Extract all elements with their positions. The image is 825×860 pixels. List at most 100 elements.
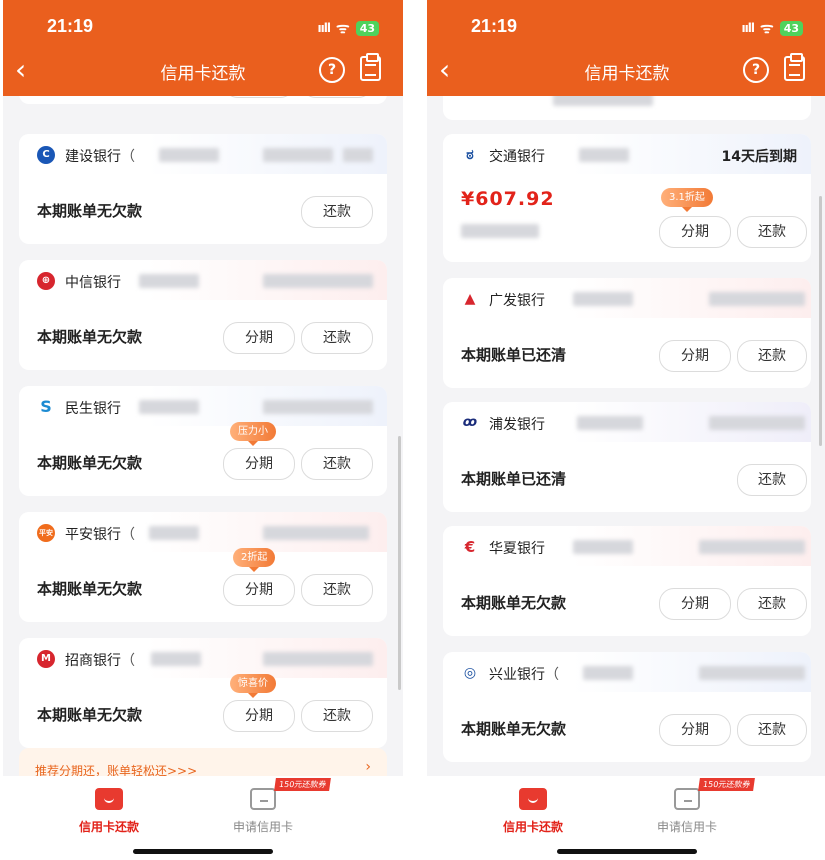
card-bocom[interactable]: ಠ 交通银行 14天后到期 ¥607.92 3.1折起 分期 还款	[443, 134, 811, 262]
pingan-logo-icon: 平安	[37, 524, 55, 542]
bank-name: 浦发银行	[489, 417, 545, 433]
bank-name: 建设银行（	[65, 149, 135, 165]
masked-number	[573, 540, 633, 554]
repay-button[interactable]: 还款	[737, 588, 807, 620]
help-icon[interactable]: ?	[319, 57, 345, 83]
right-screen: 21:19 ııll ᯤ 43 ‹ 信用卡还款 ? ಠ 交通银行 14天后到期	[427, 0, 825, 860]
bank-name: 华夏银行	[489, 541, 545, 557]
card-cib[interactable]: ◎ 兴业银行（ 本期账单无欠款 分期 还款	[443, 652, 811, 762]
app-header: 21:19 ııll ᯤ 43 ‹ 信用卡还款 ?	[3, 0, 403, 96]
masked-number	[709, 292, 805, 306]
repay-button[interactable]: 还款	[301, 700, 373, 732]
battery-icon: 43	[779, 20, 803, 36]
card-spdb[interactable]: ꝏ 浦发银行 本期账单已还清 还款	[443, 402, 811, 512]
partial-button[interactable]	[223, 96, 295, 98]
masked-number	[263, 652, 373, 666]
bill-status: 本期账单无欠款	[37, 706, 143, 724]
partial-button[interactable]	[301, 96, 373, 98]
ccb-logo-icon: C	[37, 146, 55, 164]
installment-button[interactable]: 分期	[223, 700, 295, 732]
wallet-icon	[519, 788, 547, 810]
bill-status: 本期账单无欠款	[37, 580, 143, 598]
wallet-icon	[95, 788, 123, 810]
installment-button[interactable]: 分期	[659, 216, 731, 248]
masked-number	[159, 148, 219, 162]
masked-number	[699, 666, 805, 680]
bill-status: 本期账单已还清	[461, 346, 567, 364]
cmb-logo-icon: M	[37, 650, 55, 668]
tab-bar: 信用卡还款 150元还款券 申请信用卡	[3, 776, 403, 860]
installment-button[interactable]: 分期	[223, 574, 295, 606]
promo-text: 推荐分期还，账单轻松还>>>	[35, 764, 198, 776]
coupon-badge: 150元还款券	[698, 778, 756, 791]
repay-button[interactable]: 还款	[301, 322, 373, 354]
card-list[interactable]: C 建设银行（ 本期账单无欠款 还款 ⊕ 中信银行 本期账单无欠款 分期 还款	[3, 96, 403, 776]
repay-button[interactable]: 还款	[301, 448, 373, 480]
repay-button[interactable]: 还款	[301, 196, 373, 228]
installment-button[interactable]: 分期	[659, 340, 731, 372]
masked-number	[577, 416, 643, 430]
masked-number	[709, 416, 805, 430]
promo-badge: 惊喜价	[230, 674, 276, 698]
left-screen: 21:19 ııll ᯤ 43 ‹ 信用卡还款 ? C 建设银行（ 本期账单无欠…	[3, 0, 403, 860]
bill-status: 本期账单无欠款	[37, 454, 143, 472]
masked-number	[263, 400, 373, 414]
repay-button[interactable]: 还款	[737, 714, 807, 746]
installment-button[interactable]: 分期	[659, 714, 731, 746]
signal-icon: ııll	[741, 21, 755, 35]
masked-number	[343, 148, 373, 162]
masked-number	[263, 148, 333, 162]
bill-status: 本期账单无欠款	[37, 202, 143, 220]
bank-name: 中信银行	[65, 275, 121, 291]
promo-badge: 压力小	[230, 422, 276, 446]
spdb-logo-icon: ꝏ	[461, 414, 479, 432]
bank-name: 兴业银行（	[489, 667, 559, 683]
wifi-icon: ᯤ	[335, 19, 350, 37]
bank-name: 交通银行	[489, 149, 545, 165]
masked-number	[151, 652, 201, 666]
promo-badge: 2折起	[233, 548, 276, 572]
masked-number	[461, 224, 539, 238]
repay-button[interactable]: 还款	[737, 216, 807, 248]
card-cgb[interactable]: ▲ 广发银行 本期账单已还清 分期 还款	[443, 278, 811, 388]
tab-repay[interactable]: 信用卡还款	[473, 784, 593, 835]
installment-button[interactable]: 分期	[223, 448, 295, 480]
scrollbar[interactable]	[819, 196, 822, 446]
signal-icon: ııll	[317, 21, 331, 35]
card-hxb[interactable]: € 华夏银行 本期账单无欠款 分期 还款	[443, 526, 811, 636]
cmbc-logo-icon: S	[37, 398, 55, 416]
status-time: 21:19	[47, 16, 94, 36]
scrollbar[interactable]	[398, 436, 401, 690]
card-ccb[interactable]: C 建设银行（ 本期账单无欠款 还款	[19, 134, 387, 244]
masked-number	[583, 666, 633, 680]
installment-button[interactable]: 分期	[223, 322, 295, 354]
repay-button[interactable]: 还款	[737, 340, 807, 372]
tab-repay[interactable]: 信用卡还款	[49, 784, 169, 835]
bocom-logo-icon: ಠ	[461, 146, 479, 164]
masked-number	[139, 400, 199, 414]
tab-apply[interactable]: 150元还款券 申请信用卡	[203, 778, 332, 835]
card-citic[interactable]: ⊕ 中信银行 本期账单无欠款 分期 还款	[19, 260, 387, 370]
help-icon[interactable]: ?	[743, 57, 769, 83]
bill-status: 本期账单已还清	[461, 470, 567, 488]
bank-name: 民生银行	[65, 401, 121, 417]
tab-apply[interactable]: 150元还款券 申请信用卡	[627, 778, 756, 835]
card-pingan[interactable]: 平安 平安银行（ 2折起 本期账单无欠款 分期 还款	[19, 512, 387, 622]
card-cmbc[interactable]: S 民生银行 压力小 本期账单无欠款 分期 还款	[19, 386, 387, 496]
bill-status: 本期账单无欠款	[461, 594, 567, 612]
card-list[interactable]: ಠ 交通银行 14天后到期 ¥607.92 3.1折起 分期 还款 ▲ 广发银行…	[427, 96, 825, 776]
bank-name: 平安银行（	[65, 527, 135, 543]
citic-logo-icon: ⊕	[37, 272, 55, 290]
bank-name: 招商银行（	[65, 653, 135, 669]
repay-button[interactable]: 还款	[301, 574, 373, 606]
installment-button[interactable]: 分期	[659, 588, 731, 620]
bill-list-icon[interactable]	[360, 53, 381, 81]
home-indicator[interactable]	[133, 849, 273, 854]
home-indicator[interactable]	[557, 849, 697, 854]
card-icon	[250, 788, 276, 810]
bill-list-icon[interactable]	[784, 53, 805, 81]
card-partial	[19, 96, 387, 104]
promo-banner[interactable]: 推荐分期还，账单轻松还>>> ›	[19, 748, 387, 776]
card-cmb[interactable]: M 招商银行（ 惊喜价 本期账单无欠款 分期 还款	[19, 638, 387, 748]
repay-button[interactable]: 还款	[737, 464, 807, 496]
